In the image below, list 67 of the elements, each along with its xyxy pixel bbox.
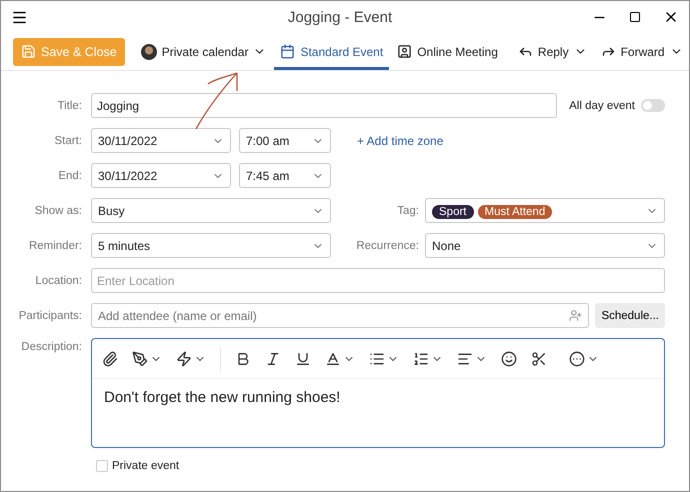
title-field[interactable]: Jogging [91,93,558,118]
align-icon [457,350,473,366]
field-label: Participants: [18,310,82,322]
format-button[interactable] [102,350,118,366]
field-label: Recurrence: [355,240,419,252]
paperclip-icon [102,350,118,366]
checkbox-label: Private event [112,460,180,472]
format-button[interactable] [531,350,547,366]
format-button[interactable] [132,350,162,366]
field-label: Reminder: [28,240,82,252]
attendee-field[interactable]: Add attendee (name or email) [91,303,590,328]
format-button[interactable] [325,350,355,366]
underline-icon [295,350,311,366]
field-label: Location: [34,274,82,286]
action-dropdown[interactable]: Forward [594,33,689,70]
more-icon [569,350,585,366]
lightning-icon [176,350,192,366]
field-label: Description: [20,341,82,353]
tag-dropdown[interactable]: Sport Must Attend [425,198,665,223]
numbered-list-icon [413,350,429,366]
location-field[interactable]: Enter Location [91,268,665,293]
avatar-icon [140,44,157,60]
checkbox[interactable] [96,460,108,472]
font-color-icon [325,350,341,366]
recurrence-dropdown[interactable]: None [425,233,665,258]
pen-icon [132,350,148,366]
format-button[interactable] [413,350,443,366]
date-dropdown[interactable]: 30/11/2022 [91,128,231,153]
format-button[interactable] [176,350,206,366]
tag-pill: Must Attend [478,204,552,218]
event-tab[interactable]: Online Meeting [391,33,504,70]
time-dropdown[interactable]: 7:00 am [239,128,331,153]
scissors-icon [531,350,547,366]
maximize-icon[interactable] [629,11,641,23]
field-label: End: [57,170,82,182]
format-button[interactable] [295,350,311,366]
time-dropdown[interactable]: 7:45 am [239,163,331,188]
description-text: Don't forget the new running shoes! [104,389,342,406]
bullet-list-icon [369,350,385,366]
date-dropdown[interactable]: 30/11/2022 [91,163,231,188]
event-tab[interactable]: Standard Event [274,33,390,70]
toggle-switch[interactable] [641,99,665,112]
field-label: Start: [54,134,82,146]
format-button[interactable] [501,350,517,366]
add-time-zone-link[interactable]: + Add time zone [357,134,444,148]
tag-pill: Sport [432,204,474,218]
field-label: All day event [569,100,635,112]
calendar-dropdown[interactable]: Private calendar [134,33,272,70]
format-button[interactable] [369,350,399,366]
action-dropdown[interactable]: Reply [512,33,593,70]
description-editor[interactable]: Don't forget the new running shoes! [91,338,665,448]
italic-icon [265,350,281,366]
show-as-dropdown[interactable]: Busy [91,198,331,223]
reminder-dropdown[interactable]: 5 minutes [91,233,331,258]
format-button[interactable] [265,350,281,366]
field-label: Title: [56,100,82,112]
field-label: Tag: [396,204,419,216]
format-button[interactable] [569,350,599,366]
calendar-icon [280,44,296,59]
window-title: Jogging - Event [286,8,394,26]
field-label: Show as: [34,204,82,216]
format-button[interactable] [457,350,487,366]
emoji-icon [501,350,517,366]
presenter-icon [397,44,412,59]
add-person-icon [569,309,582,322]
save-icon [21,44,36,59]
schedule-button[interactable]: Schedule... [595,303,665,328]
